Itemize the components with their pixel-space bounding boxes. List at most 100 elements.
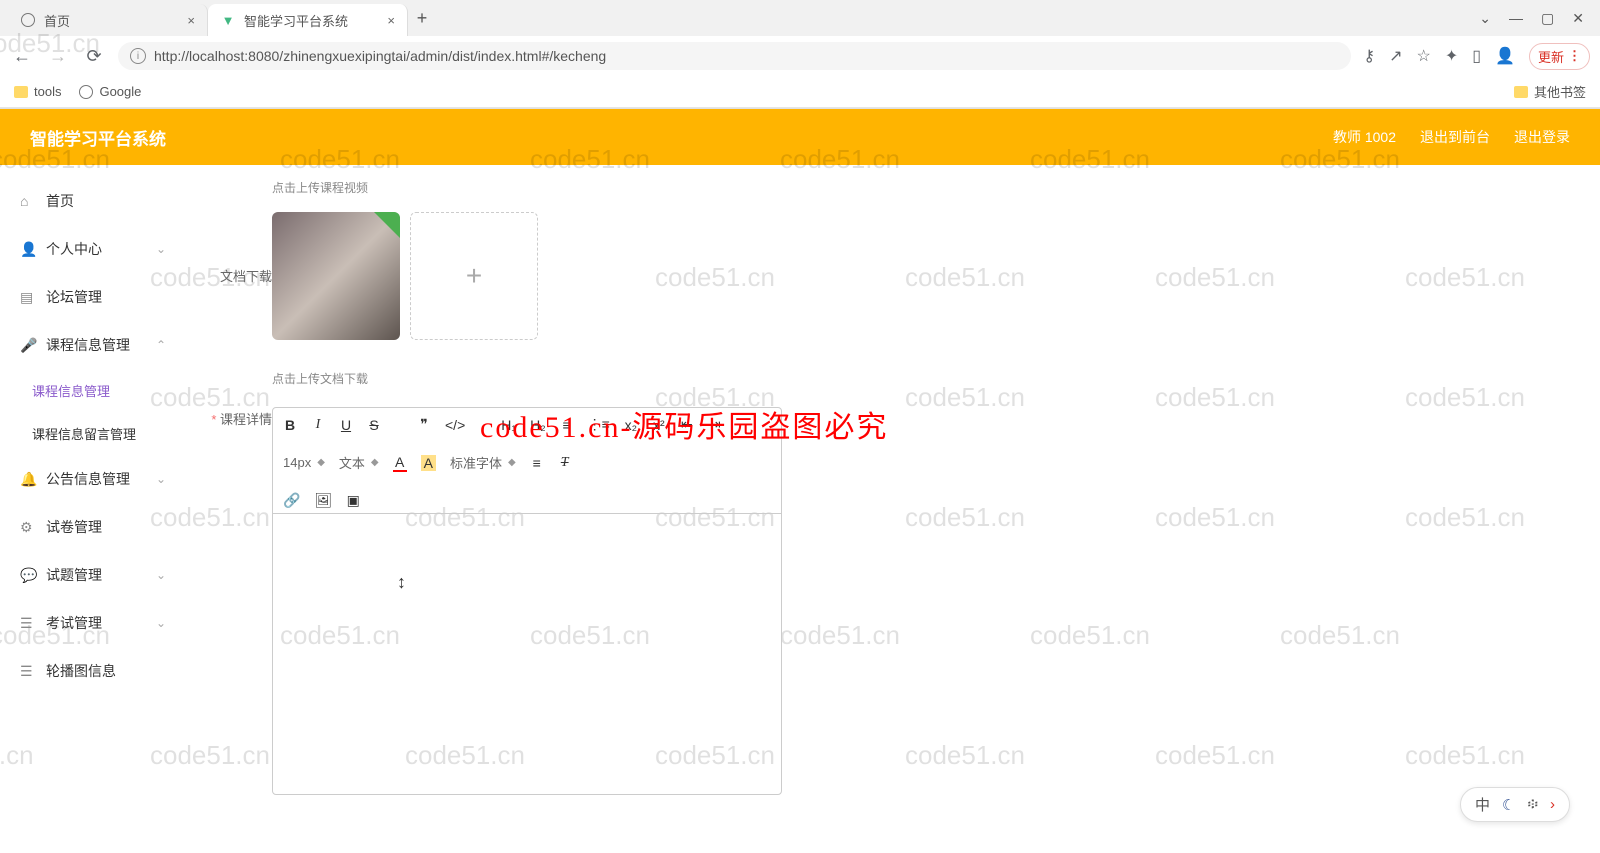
strike-button[interactable]: S (367, 417, 381, 433)
profile-icon[interactable]: 👤 (1495, 46, 1515, 66)
doc-label: 文档下载 (206, 212, 272, 340)
chevron-right-icon[interactable]: › (1550, 796, 1555, 813)
moon-icon[interactable]: ☾ (1502, 796, 1515, 814)
unordered-list-button[interactable]: ⋮≡ (588, 416, 610, 433)
video-label (206, 179, 272, 206)
sidebar-item-course[interactable]: 🎤 课程信息管理 ⌃ (0, 321, 186, 369)
chevron-down-icon[interactable]: ⌄ (1479, 10, 1491, 27)
dots-icon[interactable]: ፨ (1527, 796, 1538, 813)
sidebar-item-paper[interactable]: ⚙ 试卷管理 (0, 503, 186, 551)
list-icon: ☰ (20, 615, 36, 632)
chat-icon: 💬 (20, 567, 36, 584)
chevron-down-icon: ⌄ (156, 242, 166, 256)
close-window-icon[interactable]: ✕ (1572, 10, 1584, 27)
font-size-select[interactable]: 14px◆ (283, 455, 325, 470)
sidebar-item-label: 轮播图信息 (46, 661, 116, 681)
close-icon[interactable]: × (387, 13, 395, 28)
ordered-list-button[interactable]: ≡ (560, 417, 574, 433)
address-bar: ← → ⟳ i http://localhost:8080/zhinengxue… (0, 36, 1600, 76)
superscript-button[interactable]: x² (652, 417, 666, 433)
video-button[interactable]: ▣ (346, 492, 360, 509)
reload-icon[interactable]: ⟳ (82, 46, 106, 67)
sidebar-item-notice[interactable]: 🔔 公告信息管理 ⌄ (0, 455, 186, 503)
upload-button[interactable]: + (410, 212, 538, 340)
sidebar-item-profile[interactable]: 👤 个人中心 ⌄ (0, 225, 186, 273)
user-icon: 👤 (20, 241, 36, 258)
gear-icon: ⚙ (20, 519, 36, 536)
sidebar: ⌂ 首页 👤 个人中心 ⌄ ▤ 论坛管理 🎤 课程信息管理 ⌃ 课程信息管理 课… (0, 165, 186, 853)
bookmark-bar: tools Google 其他书签 (0, 76, 1600, 108)
tab-title: 首页 (44, 11, 70, 30)
sidebar-item-label: 考试管理 (46, 613, 102, 633)
sidebar-item-label: 首页 (46, 191, 74, 211)
globe-icon (79, 85, 93, 99)
folder-icon (14, 86, 28, 98)
new-tab-button[interactable]: + (408, 8, 436, 29)
sidebar-sub-course-comment[interactable]: 课程信息留言管理 (0, 412, 186, 455)
minimize-icon[interactable]: — (1509, 10, 1523, 27)
italic-button[interactable]: I (311, 417, 325, 433)
sidebar-item-forum[interactable]: ▤ 论坛管理 (0, 273, 186, 321)
sidebar-item-label: 个人中心 (46, 239, 102, 259)
url-input[interactable]: i http://localhost:8080/zhinengxuexiping… (118, 42, 1351, 70)
doc-hint-label (206, 370, 272, 397)
bookmark-google[interactable]: Google (79, 84, 141, 99)
vue-icon: ▼ (220, 12, 236, 28)
sidebar-item-question[interactable]: 💬 试题管理 ⌄ (0, 551, 186, 599)
rich-text-editor: B I U S ❞ </> H₁ H₂ ≡ ⋮≡ x₂ x² ⇤ ⇥ (272, 407, 782, 795)
app-header: 智能学习平台系统 教师 1002 退出到前台 退出登录 (0, 109, 1600, 165)
browser-tab-1[interactable]: ▼ 智能学习平台系统 × (208, 4, 408, 36)
star-icon[interactable]: ☆ (1417, 46, 1431, 66)
other-bookmarks[interactable]: 其他书签 (1514, 82, 1586, 101)
outdent-button[interactable]: ⇤ (680, 416, 694, 433)
h1-button[interactable]: H₁ (501, 417, 516, 433)
user-label[interactable]: 教师 1002 (1333, 127, 1396, 147)
sidebar-item-label: 试卷管理 (46, 517, 102, 537)
image-button[interactable]: 🖼 (314, 492, 332, 509)
sidebar-item-carousel[interactable]: ☰ 轮播图信息 (0, 647, 186, 695)
info-icon[interactable]: i (130, 48, 146, 64)
back-icon[interactable]: ← (10, 46, 34, 67)
tab-title: 智能学习平台系统 (244, 11, 348, 30)
bg-color-button[interactable]: A (421, 455, 436, 471)
header-right: 教师 1002 退出到前台 退出登录 (1333, 127, 1570, 147)
logout-link[interactable]: 退出登录 (1514, 127, 1570, 147)
underline-button[interactable]: U (339, 417, 353, 433)
sidebar-item-exam[interactable]: ☰ 考试管理 ⌄ (0, 599, 186, 647)
quote-button[interactable]: ❞ (417, 416, 431, 433)
clear-format-button[interactable]: T (558, 455, 572, 471)
sidebar-item-home[interactable]: ⌂ 首页 (0, 177, 186, 225)
editor-content[interactable] (273, 514, 781, 794)
subscript-button[interactable]: x₂ (624, 417, 638, 433)
bell-icon: 🔔 (20, 471, 36, 488)
h2-button[interactable]: H₂ (530, 417, 546, 433)
bookmark-tools[interactable]: tools (14, 84, 61, 99)
thumbnail-image[interactable] (272, 212, 400, 340)
editor-toolbar: B I U S ❞ </> H₁ H₂ ≡ ⋮≡ x₂ x² ⇤ ⇥ (273, 408, 781, 514)
ime-mode[interactable]: 中 (1475, 794, 1490, 815)
update-button[interactable]: 更新⋮ (1529, 43, 1590, 70)
code-button[interactable]: </> (445, 417, 465, 433)
doc-hint: 点击上传文档下载 (272, 370, 368, 387)
key-icon[interactable]: ⚷ (1363, 46, 1375, 66)
forward-icon[interactable]: → (46, 46, 70, 67)
bold-button[interactable]: B (283, 417, 297, 433)
link-button[interactable]: 🔗 (283, 492, 300, 509)
panel-icon[interactable]: ▯ (1472, 46, 1481, 66)
align-button[interactable]: ≡ (530, 455, 544, 471)
url-text: http://localhost:8080/zhinengxuexipingta… (154, 48, 606, 64)
indent-button[interactable]: ⇥ (708, 416, 722, 433)
block-select[interactable]: 文本◆ (339, 453, 379, 472)
sidebar-sub-course-info[interactable]: 课程信息管理 (0, 369, 186, 412)
maximize-icon[interactable]: ▢ (1541, 10, 1554, 27)
close-icon[interactable]: × (187, 13, 195, 28)
extension-icon[interactable]: ✦ (1445, 46, 1458, 66)
sidebar-item-label: 课程信息管理 (46, 335, 130, 355)
browser-tab-0[interactable]: 首页 × (8, 4, 208, 36)
ime-bar[interactable]: 中 ☾ ፨ › (1460, 787, 1570, 822)
chevron-up-icon: ⌃ (156, 338, 166, 352)
font-color-button[interactable]: A (393, 454, 407, 472)
exit-frontend-link[interactable]: 退出到前台 (1420, 127, 1490, 147)
share-icon[interactable]: ↗ (1389, 46, 1402, 66)
font-family-select[interactable]: 标准字体◆ (450, 453, 516, 472)
